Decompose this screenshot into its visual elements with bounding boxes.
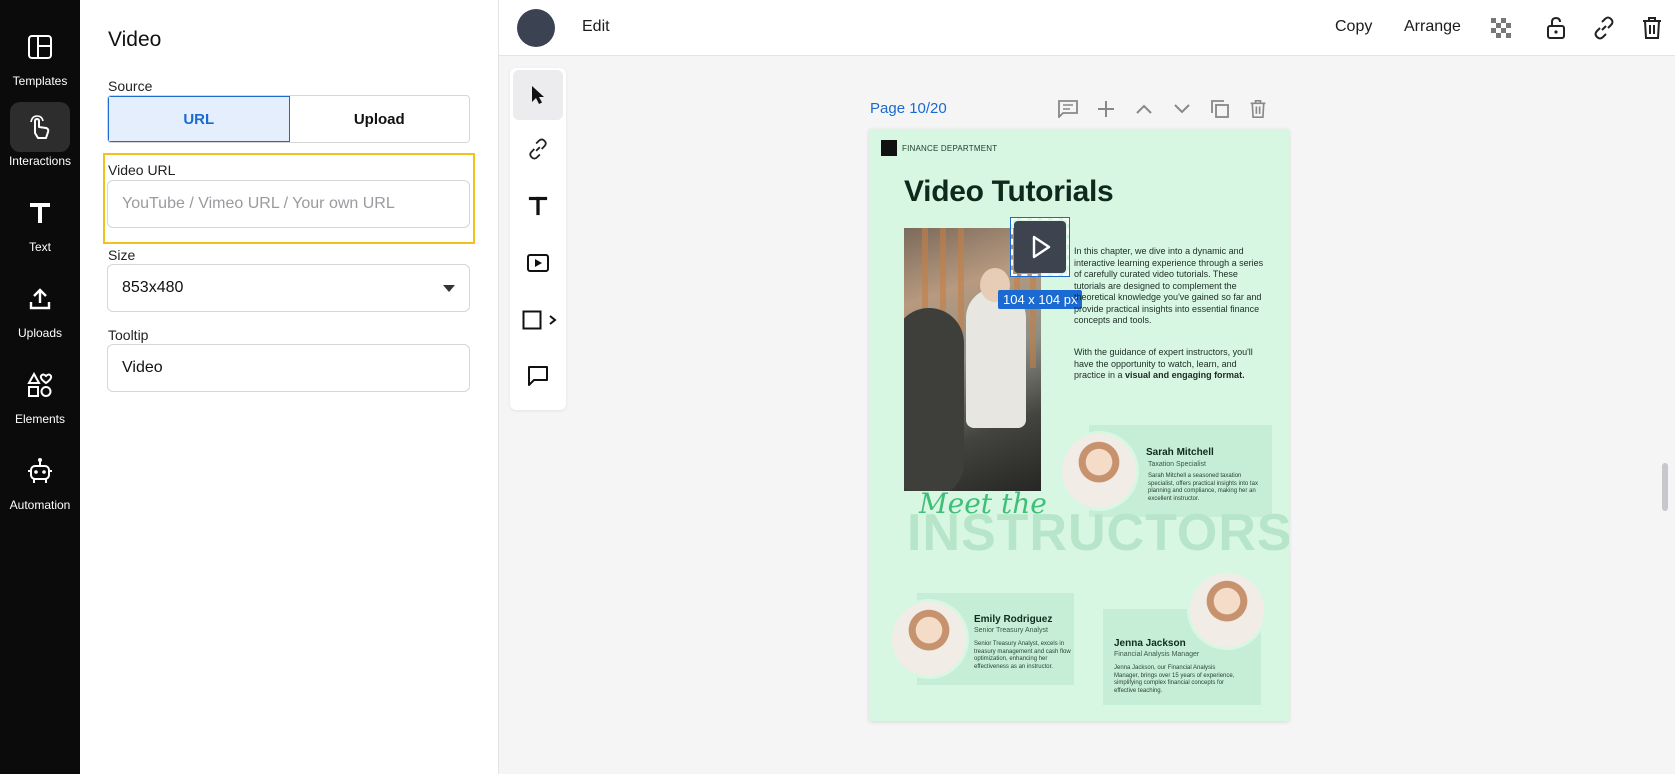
rail-item-automation[interactable]: Automation	[0, 438, 80, 518]
edit-button[interactable]: Edit	[582, 18, 610, 36]
canvas-tools	[510, 68, 566, 410]
copy-button[interactable]: Copy	[1335, 18, 1372, 36]
size-value: 853x480	[122, 279, 184, 296]
source-label: Source	[108, 78, 153, 94]
intro-paragraph[interactable]: In this chapter, we dive into a dynamic …	[1074, 246, 1264, 327]
chevron-right-icon	[549, 315, 557, 325]
size-indicator: 104 x 104 px	[998, 290, 1083, 309]
text-tool[interactable]	[513, 181, 563, 231]
source-toggle: URL Upload	[107, 95, 470, 143]
video-tool[interactable]	[513, 238, 563, 288]
instructor-role: Financial Analysis Manager	[1114, 651, 1200, 658]
page-comment-icon[interactable]	[1057, 98, 1079, 120]
intro-paragraph-2[interactable]: With the guidance of expert instructors,…	[1074, 347, 1264, 382]
delete-page-icon[interactable]	[1247, 98, 1269, 120]
delete-icon[interactable]	[1638, 14, 1666, 42]
page-heading[interactable]: Video Tutorials	[904, 175, 1114, 209]
instructor-role: Taxation Specialist	[1148, 461, 1206, 468]
rail-item-text[interactable]: Text	[0, 180, 80, 260]
select-tool[interactable]	[513, 70, 563, 120]
size-select[interactable]: 853x480	[107, 264, 470, 312]
rail-label: Automation	[9, 498, 71, 512]
automation-icon	[10, 446, 70, 496]
instructor-desc: Jenna Jackson, our Financial Analysis Ma…	[1114, 665, 1235, 694]
video-settings-panel: Video Source URL Upload Video URL YouTub…	[80, 0, 499, 774]
transparency-icon[interactable]	[1487, 14, 1515, 42]
video-url-input[interactable]: YouTube / Vimeo URL / Your own URL	[107, 180, 470, 228]
instructor-name: Emily Rodriguez	[974, 614, 1053, 625]
source-url-button[interactable]: URL	[108, 96, 290, 142]
chevron-down-icon	[443, 285, 455, 292]
tooltip-input[interactable]: Video	[107, 344, 470, 392]
meet-the-script[interactable]: Meet the	[919, 487, 1047, 520]
color-swatch[interactable]	[517, 9, 555, 47]
instructor-name: Sarah Mitchell	[1146, 447, 1214, 458]
canvas-scrollbar[interactable]	[1662, 463, 1668, 511]
templates-icon	[10, 22, 70, 72]
instructor-name: Jenna Jackson	[1114, 638, 1186, 649]
department-logo	[881, 140, 897, 156]
rail-label: Templates	[12, 74, 68, 88]
page-indicator: Page 10/20	[870, 100, 947, 117]
tooltip-label: Tooltip	[108, 327, 149, 343]
uploads-icon	[10, 274, 70, 324]
comment-icon	[528, 366, 548, 386]
text-icon	[10, 188, 70, 238]
top-toolbar: Edit Copy Arrange	[499, 0, 1675, 56]
lock-icon[interactable]	[1542, 14, 1570, 42]
comment-tool[interactable]	[513, 351, 563, 401]
shape-tool[interactable]	[518, 295, 562, 345]
link-tool[interactable]	[513, 124, 563, 174]
arrange-button[interactable]: Arrange	[1404, 18, 1461, 36]
rail-label: Uploads	[17, 326, 63, 340]
add-page-icon[interactable]	[1095, 98, 1117, 120]
square-icon	[522, 310, 542, 330]
rail-item-interactions[interactable]: Interactions	[0, 94, 80, 174]
size-label: Size	[108, 247, 136, 263]
left-nav-rail: Templates Interactions Text Uploads Elem…	[0, 0, 80, 774]
avatar	[1187, 570, 1267, 650]
duplicate-page-icon[interactable]	[1209, 98, 1231, 120]
move-up-icon[interactable]	[1133, 98, 1155, 120]
instructor-role: Senior Treasury Analyst	[974, 627, 1048, 634]
selection-box[interactable]	[1010, 217, 1070, 277]
video-icon	[527, 254, 549, 272]
video-url-label: Video URL	[108, 162, 176, 178]
rail-item-uploads[interactable]: Uploads	[0, 266, 80, 346]
text-icon	[528, 196, 548, 216]
design-page[interactable]: FINANCE DEPARTMENT Video Tutorials 104 x…	[869, 129, 1289, 721]
avatar	[1059, 431, 1139, 511]
instructor-desc: Senior Treasury Analyst, excels in treas…	[974, 641, 1071, 670]
move-down-icon[interactable]	[1171, 98, 1193, 120]
panel-title: Video	[108, 28, 162, 51]
source-upload-button[interactable]: Upload	[289, 96, 469, 142]
department-name: FINANCE DEPARTMENT	[902, 144, 998, 153]
instructor-desc: Sarah Mitchell a seasoned taxation speci…	[1148, 473, 1258, 502]
link-icon[interactable]	[1590, 14, 1618, 42]
cursor-icon	[532, 86, 544, 104]
avatar	[889, 599, 969, 679]
interactions-icon	[10, 102, 70, 152]
link-icon	[529, 138, 547, 160]
rail-label: Text	[28, 240, 51, 254]
elements-icon	[10, 360, 70, 410]
rail-item-elements[interactable]: Elements	[0, 352, 80, 432]
rail-item-templates[interactable]: Templates	[0, 14, 80, 94]
rail-label: Elements	[14, 412, 66, 426]
rail-label: Interactions	[8, 154, 72, 168]
